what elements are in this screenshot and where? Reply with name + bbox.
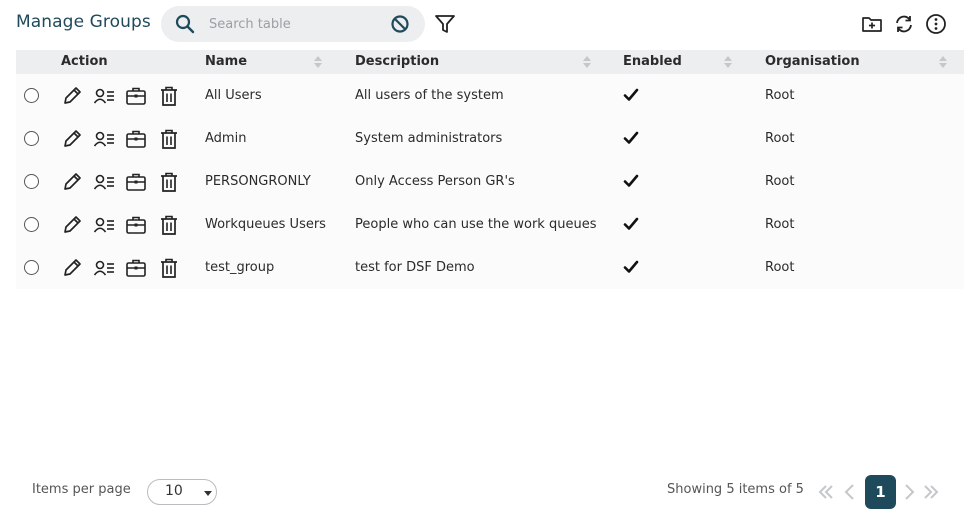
cell-description: People who can use the work queues: [355, 217, 597, 232]
sort-icon[interactable]: [582, 55, 592, 69]
column-header-action: Action: [61, 54, 108, 69]
delete-icon[interactable]: [158, 128, 180, 150]
row-select-radio[interactable]: [24, 131, 39, 146]
cell-organisation: Root: [765, 260, 795, 275]
last-page-icon[interactable]: [921, 480, 941, 504]
groups-table: Action Name Description Enabled Organisa…: [16, 50, 964, 289]
sort-icon[interactable]: [723, 55, 733, 69]
column-header-enabled[interactable]: Enabled: [623, 50, 682, 74]
edit-icon[interactable]: [61, 85, 83, 107]
search-box[interactable]: [161, 6, 425, 42]
table-row: PERSONGRONLY Only Access Person GR's Roo…: [16, 160, 964, 203]
new-folder-icon[interactable]: [861, 13, 883, 35]
cell-name: All Users: [205, 88, 262, 103]
enabled-check-icon: [623, 174, 639, 187]
members-icon[interactable]: [93, 85, 115, 107]
delete-icon[interactable]: [158, 257, 180, 279]
cell-organisation: Root: [765, 131, 795, 146]
members-icon[interactable]: [93, 171, 115, 193]
cell-organisation: Root: [765, 217, 795, 232]
previous-page-icon[interactable]: [840, 480, 860, 504]
cell-description: test for DSF Demo: [355, 260, 475, 275]
clear-search-icon[interactable]: [390, 14, 410, 34]
edit-icon[interactable]: [61, 257, 83, 279]
enabled-check-icon: [623, 131, 639, 144]
table-row: All Users All users of the system Root: [16, 74, 964, 117]
items-per-page-select[interactable]: 10: [147, 479, 217, 505]
items-per-page-value: 10: [165, 483, 183, 499]
briefcase-icon[interactable]: [125, 85, 147, 107]
row-select-radio[interactable]: [24, 260, 39, 275]
refresh-icon[interactable]: [893, 13, 915, 35]
briefcase-icon[interactable]: [125, 171, 147, 193]
table-header: Action Name Description Enabled Organisa…: [16, 50, 964, 74]
edit-icon[interactable]: [61, 128, 83, 150]
search-input[interactable]: [209, 13, 379, 35]
first-page-icon[interactable]: [816, 480, 836, 504]
cell-name: PERSONGRONLY: [205, 174, 311, 189]
enabled-check-icon: [623, 260, 639, 273]
members-icon[interactable]: [93, 128, 115, 150]
row-select-radio[interactable]: [24, 174, 39, 189]
column-header-name[interactable]: Name: [205, 50, 247, 74]
briefcase-icon[interactable]: [125, 257, 147, 279]
cell-description: System administrators: [355, 131, 503, 146]
cell-organisation: Root: [765, 174, 795, 189]
delete-icon[interactable]: [158, 214, 180, 236]
edit-icon[interactable]: [61, 214, 83, 236]
page-title: Manage Groups: [16, 12, 151, 32]
search-icon[interactable]: [175, 14, 195, 34]
briefcase-icon[interactable]: [125, 128, 147, 150]
table-body: All Users All users of the system Root A…: [16, 74, 964, 289]
cell-description: Only Access Person GR's: [355, 174, 515, 189]
table-row: test_group test for DSF Demo Root: [16, 246, 964, 289]
filter-icon[interactable]: [434, 13, 456, 35]
delete-icon[interactable]: [158, 171, 180, 193]
showing-count: Showing 5 items of 5: [667, 482, 804, 497]
delete-icon[interactable]: [158, 85, 180, 107]
table-row: Admin System administrators Root: [16, 117, 964, 160]
column-header-description[interactable]: Description: [355, 50, 439, 74]
cell-name: test_group: [205, 260, 275, 275]
row-select-radio[interactable]: [24, 217, 39, 232]
items-per-page-label: Items per page: [32, 482, 131, 497]
members-icon[interactable]: [93, 257, 115, 279]
cell-name: Admin: [205, 131, 247, 146]
edit-icon[interactable]: [61, 171, 83, 193]
next-page-icon[interactable]: [899, 480, 919, 504]
sort-icon[interactable]: [938, 55, 948, 69]
enabled-check-icon: [623, 88, 639, 101]
row-select-radio[interactable]: [24, 88, 39, 103]
column-header-organisation[interactable]: Organisation: [765, 50, 860, 74]
cell-organisation: Root: [765, 88, 795, 103]
sort-icon[interactable]: [313, 55, 323, 69]
members-icon[interactable]: [93, 214, 115, 236]
info-icon[interactable]: [925, 13, 947, 35]
page-number-current[interactable]: 1: [865, 475, 896, 509]
briefcase-icon[interactable]: [125, 214, 147, 236]
toolbar: Manage Groups: [0, 0, 974, 48]
cell-description: All users of the system: [355, 88, 504, 103]
chevron-down-icon: [204, 491, 212, 496]
cell-name: Workqueues Users: [205, 217, 326, 232]
table-row: Workqueues Users People who can use the …: [16, 203, 964, 246]
enabled-check-icon: [623, 217, 639, 230]
